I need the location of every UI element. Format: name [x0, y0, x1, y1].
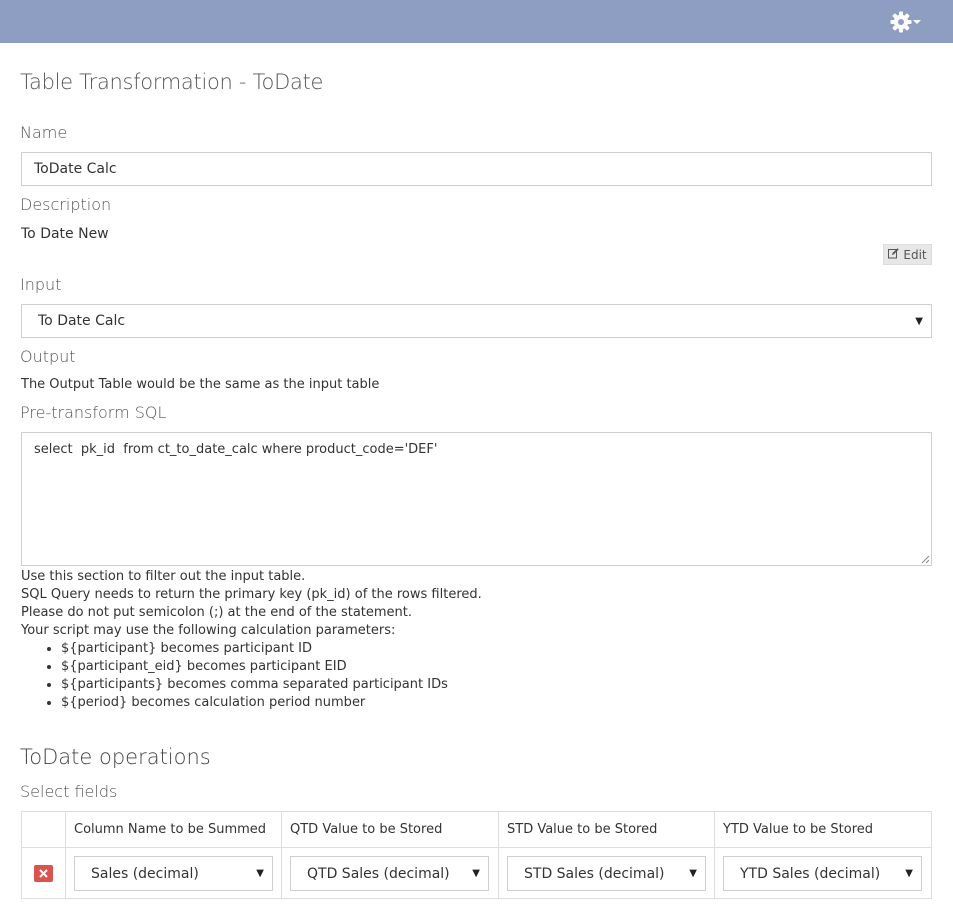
column-divider — [498, 812, 499, 898]
parameter-item: ${period} becomes calculation period num… — [61, 694, 482, 712]
column-header: STD Value to be Stored — [507, 822, 658, 837]
description-label: Description — [20, 195, 112, 214]
top-navbar — [0, 0, 953, 43]
dropdown-arrow-icon: ▼ — [915, 315, 923, 327]
dropdown-arrow-icon: ▼ — [689, 868, 697, 879]
pre-transform-sql-label: Pre-transform SQL — [20, 403, 167, 422]
column-divider — [65, 812, 66, 898]
help-line: SQL Query needs to return the primary ke… — [21, 587, 482, 602]
select-fields-label: Select fields — [20, 782, 118, 801]
sql-help-text: Use this section to filter out the input… — [21, 568, 482, 712]
input-label: Input — [20, 275, 62, 294]
parameter-list: ${participant} becomes participant ID ${… — [21, 640, 482, 712]
std-select[interactable]: STD Sales (decimal) ▼ — [507, 856, 706, 891]
remove-row-button[interactable] — [34, 865, 53, 882]
resize-grip-icon[interactable] — [920, 554, 930, 564]
help-line: Use this section to filter out the input… — [21, 569, 306, 584]
sum-column-select[interactable]: Sales (decimal) ▼ — [74, 856, 273, 891]
parameter-item: ${participant} becomes participant ID — [61, 640, 482, 658]
qtd-select[interactable]: QTD Sales (decimal) ▼ — [290, 856, 489, 891]
gear-icon — [889, 10, 913, 34]
parameter-item: ${participants} becomes comma separated … — [61, 676, 482, 694]
dropdown-arrow-icon: ▼ — [472, 868, 480, 879]
caret-down-icon — [913, 19, 921, 25]
std-value: STD Sales (decimal) — [524, 865, 665, 882]
name-label: Name — [20, 123, 68, 142]
ytd-value: YTD Sales (decimal) — [740, 865, 881, 882]
name-input[interactable]: ToDate Calc — [21, 152, 932, 186]
edit-icon — [888, 247, 900, 262]
operations-table: Column Name to be Summed QTD Value to be… — [21, 811, 932, 899]
qtd-value: QTD Sales (decimal) — [307, 865, 450, 882]
pre-transform-sql-textarea[interactable]: select pk_id from ct_to_date_calc where … — [21, 432, 932, 566]
input-table-selected: To Date Calc — [38, 313, 126, 329]
parameter-item: ${participant_eid} becomes participant E… — [61, 658, 482, 676]
sum-column-value: Sales (decimal) — [91, 865, 199, 882]
dropdown-arrow-icon: ▼ — [905, 868, 913, 879]
column-divider — [714, 812, 715, 898]
edit-description-button[interactable]: Edit — [883, 244, 932, 265]
header-divider — [22, 847, 931, 848]
column-header: QTD Value to be Stored — [290, 822, 443, 837]
sql-text: select pk_id from ct_to_date_calc where … — [34, 442, 438, 457]
help-line: Please do not put semicolon (;) at the e… — [21, 605, 413, 620]
page-title: Table Transformation - ToDate — [20, 70, 324, 94]
ytd-select[interactable]: YTD Sales (decimal) ▼ — [723, 856, 922, 891]
output-text: The Output Table would be the same as th… — [21, 377, 380, 392]
edit-button-label: Edit — [903, 247, 927, 262]
dropdown-arrow-icon: ▼ — [256, 868, 264, 879]
description-value: To Date New — [21, 226, 109, 242]
settings-menu-button[interactable] — [889, 10, 925, 34]
operations-title: ToDate operations — [20, 745, 211, 769]
output-label: Output — [20, 347, 76, 366]
column-header: Column Name to be Summed — [74, 822, 267, 837]
column-header: YTD Value to be Stored — [723, 822, 874, 837]
input-table-select[interactable]: To Date Calc ▼ — [21, 304, 932, 338]
column-divider — [281, 812, 282, 898]
close-icon — [39, 869, 48, 878]
name-input-value: ToDate Calc — [34, 161, 117, 177]
help-line: Your script may use the following calcul… — [21, 623, 396, 638]
